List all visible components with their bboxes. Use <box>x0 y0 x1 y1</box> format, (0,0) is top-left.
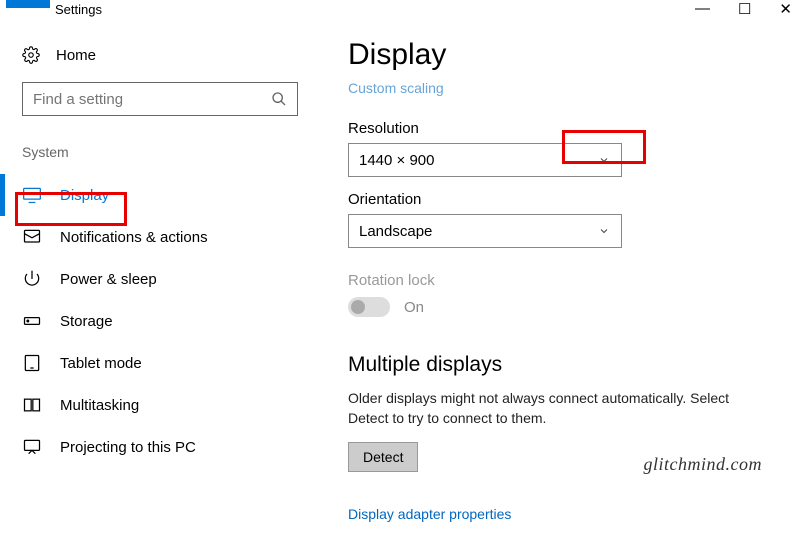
power-icon <box>22 269 42 289</box>
orientation-value: Landscape <box>359 223 432 240</box>
rotation-lock-toggle <box>348 297 390 317</box>
storage-icon <box>22 311 42 331</box>
chevron-down-icon <box>597 153 611 167</box>
display-adapter-link[interactable]: Display adapter properties <box>348 506 511 522</box>
projecting-icon <box>22 437 42 457</box>
maximize-button[interactable]: ☐ <box>738 0 751 18</box>
multiple-displays-text: Older displays might not always connect … <box>348 389 756 428</box>
home-label: Home <box>56 47 96 64</box>
tablet-icon <box>22 353 42 373</box>
sidebar-item-notifications[interactable]: Notifications & actions <box>22 216 302 258</box>
page-title: Display <box>348 38 776 72</box>
resolution-dropdown[interactable]: 1440 × 900 <box>348 143 622 177</box>
search-icon <box>271 91 287 107</box>
close-button[interactable]: ✕ <box>779 0 792 18</box>
main-content: Display Custom scaling Resolution 1440 ×… <box>312 10 800 533</box>
sidebar-item-label: Power & sleep <box>60 271 157 288</box>
rotation-lock-label: Rotation lock <box>348 272 776 289</box>
detect-button[interactable]: Detect <box>348 442 418 472</box>
rotation-lock-state: On <box>404 299 424 316</box>
sidebar-item-label: Multitasking <box>60 397 139 414</box>
nav-list: Display Notifications & actions Power & … <box>22 174 302 468</box>
search-input[interactable] <box>22 82 298 116</box>
sidebar-item-label: Display <box>60 187 109 204</box>
resolution-label: Resolution <box>348 120 776 137</box>
search-field[interactable] <box>33 91 271 108</box>
multiple-displays-heading: Multiple displays <box>348 353 776 377</box>
sidebar-item-storage[interactable]: Storage <box>22 300 302 342</box>
sidebar-item-projecting[interactable]: Projecting to this PC <box>22 426 302 468</box>
monitor-icon <box>22 185 42 205</box>
gear-icon <box>22 46 40 64</box>
minimize-button[interactable]: — <box>695 0 710 18</box>
sidebar-item-label: Tablet mode <box>60 355 142 372</box>
resolution-value: 1440 × 900 <box>359 152 435 169</box>
back-button[interactable] <box>6 0 50 8</box>
chevron-down-icon <box>597 224 611 238</box>
orientation-dropdown[interactable]: Landscape <box>348 214 622 248</box>
sidebar-item-multitasking[interactable]: Multitasking <box>22 384 302 426</box>
sidebar-item-display[interactable]: Display <box>22 174 302 216</box>
custom-scaling-link[interactable]: Custom scaling <box>348 80 444 96</box>
orientation-label: Orientation <box>348 191 776 208</box>
window-title: Settings <box>55 2 102 17</box>
sidebar: Home System Display Notifications & acti… <box>0 10 312 533</box>
home-nav[interactable]: Home <box>22 46 302 64</box>
multitasking-icon <box>22 395 42 415</box>
notification-icon <box>22 227 42 247</box>
sidebar-item-label: Storage <box>60 313 113 330</box>
sidebar-item-power[interactable]: Power & sleep <box>22 258 302 300</box>
sidebar-item-label: Notifications & actions <box>60 229 208 246</box>
sidebar-item-label: Projecting to this PC <box>60 439 196 456</box>
section-label: System <box>22 144 302 160</box>
sidebar-item-tablet[interactable]: Tablet mode <box>22 342 302 384</box>
